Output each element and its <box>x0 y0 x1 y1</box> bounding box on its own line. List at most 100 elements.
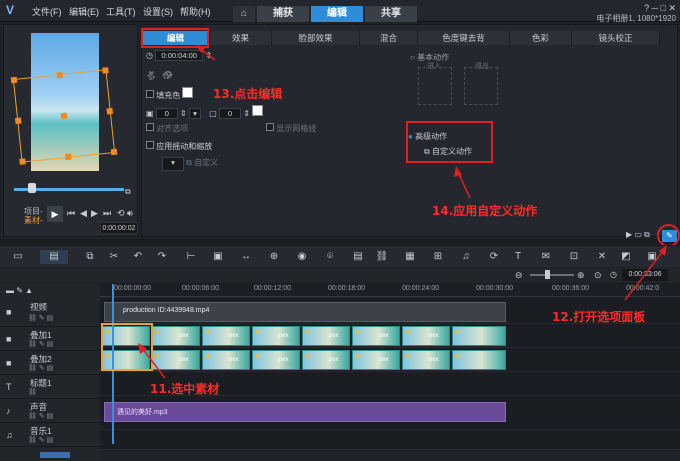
home-icon[interactable]: ⌂ <box>233 6 255 22</box>
subtab-face-effects[interactable]: 脸部效果 <box>272 31 360 45</box>
preview-timecode[interactable]: 0:00:00:02 <box>100 222 138 234</box>
repeat-icon[interactable]: ⟲ <box>117 208 125 219</box>
trim-icon[interactable]: ⊢ <box>183 250 199 264</box>
duration-input[interactable]: 0:00:04:00 <box>155 50 204 61</box>
resize-handle[interactable] <box>102 67 109 74</box>
resize-handle[interactable] <box>110 148 118 156</box>
overlay-clip[interactable]: ★ pex <box>202 350 250 370</box>
spin-icon[interactable]: ⇕ <box>180 109 187 118</box>
overlay-clip[interactable]: ★ pex <box>252 326 300 346</box>
close-gap-icon[interactable]: ✕ <box>594 250 610 264</box>
menu-help[interactable]: 帮助(H) <box>180 5 211 18</box>
spin-icon[interactable]: ⇕ <box>205 51 212 60</box>
menu-file[interactable]: 文件(F) <box>32 5 62 18</box>
mask-icon[interactable]: ◉ <box>294 250 310 264</box>
turtle-icon[interactable]: 🐢︎ <box>162 71 172 80</box>
track-controls[interactable]: ⛓ ✎ ▤ <box>28 364 53 372</box>
resize-icon[interactable]: ▣ <box>210 250 226 264</box>
subtitle-icon[interactable]: ▤ <box>350 250 366 264</box>
track-controls[interactable]: ⛓ ✎ ▤ <box>28 340 53 348</box>
split-icon[interactable]: ✂ <box>106 250 122 264</box>
overlay-clip[interactable]: ★ pex <box>302 350 350 370</box>
track-header-overlay2[interactable]: ■ 叠加2 ⛓ ✎ ▤ <box>0 351 100 375</box>
copy-icon[interactable]: ⧉ <box>82 250 98 264</box>
resize-handle[interactable] <box>106 107 114 115</box>
overlay-clip[interactable]: ★ pex <box>202 326 250 346</box>
value-input-b[interactable]: 0 <box>219 108 241 119</box>
menu-tools[interactable]: 工具(T) <box>106 5 136 18</box>
overlay-clip[interactable]: ★ <box>452 326 506 346</box>
overlay-clip[interactable]: ★ pex <box>302 326 350 346</box>
snapshot-icon[interactable]: ⧉ <box>125 187 131 197</box>
menu-settings[interactable]: 设置(S) <box>143 5 173 18</box>
text-icon[interactable]: T <box>510 250 526 264</box>
subtab-color[interactable]: 色彩 <box>510 31 572 45</box>
preset-dropdown[interactable]: ▾ <box>162 157 184 171</box>
track-header-overlay1[interactable]: ■ 叠加1 ⛓ ✎ ▤ <box>0 327 100 351</box>
step-forward-icon[interactable]: ▶ <box>91 208 98 219</box>
track-controls[interactable]: ⛓ ✎ ▤ <box>28 412 53 420</box>
link-icon[interactable]: ⛓ <box>374 250 390 264</box>
menu-edit[interactable]: 编辑(E) <box>69 5 99 18</box>
track-tools[interactable]: ▬ ✎ ▲ <box>6 286 33 295</box>
grid-checkbox[interactable] <box>266 123 274 131</box>
value-input-a[interactable]: 0 <box>155 108 178 119</box>
align-checkbox[interactable] <box>146 123 154 131</box>
tab-share[interactable]: 共享 <box>365 6 417 22</box>
rabbit-icon[interactable]: 🐇︎ <box>146 71 156 80</box>
settings-icon[interactable]: ▣ <box>644 250 660 264</box>
grid-icon[interactable]: ⊞ <box>430 250 446 264</box>
resize-handle[interactable] <box>14 117 22 125</box>
resize-handle[interactable] <box>56 71 64 79</box>
scrub-knob[interactable] <box>28 183 36 193</box>
tab-capture[interactable]: 捕获 <box>257 6 309 22</box>
overlay-clip[interactable]: ★ pex <box>352 326 400 346</box>
subtab-lens-correction[interactable]: 镜头校正 <box>572 31 660 45</box>
skip-end-icon[interactable]: ⏭ <box>103 208 111 219</box>
transform-frame[interactable] <box>10 67 118 165</box>
overlay-clip[interactable]: ★ pex <box>402 350 450 370</box>
radio-icon[interactable]: ○ <box>410 53 415 62</box>
timeline-timecode[interactable]: 0:00:33:06 <box>622 269 668 281</box>
fill-color-swatch[interactable] <box>182 87 194 98</box>
zoom-slider[interactable] <box>530 274 574 276</box>
tab-edit[interactable]: 编辑 <box>311 6 363 22</box>
scrollbar-thumb[interactable] <box>40 452 70 458</box>
volume-icon[interactable]: 🔊︎ <box>127 208 133 219</box>
zoom-in-icon[interactable]: ⊕ <box>577 270 585 281</box>
overlay-clip[interactable]: ★ pex <box>152 350 200 370</box>
exit-direction-grid[interactable] <box>464 67 498 105</box>
fill-color-checkbox[interactable] <box>146 90 154 98</box>
fit-project-icon[interactable]: ⊙ <box>594 270 602 281</box>
clip-mode-label[interactable]: 素材- <box>24 215 43 226</box>
undo-icon[interactable]: ↶ <box>130 250 146 264</box>
timeline-view-icon[interactable]: ▤ <box>40 250 68 264</box>
track-header-voice[interactable]: ♪ 声音 ⛓ ✎ ▤ <box>0 399 100 423</box>
subtab-effects[interactable]: 效果 <box>210 31 272 45</box>
skip-start-icon[interactable]: ⏮ <box>67 208 75 219</box>
track-header-video[interactable]: ■ 视频 ⛓ ✎ ▤ <box>0 299 100 327</box>
subtab-blend[interactable]: 混合 <box>360 31 418 45</box>
audio-clip[interactable]: 遇见的美好.mp3 <box>104 402 506 422</box>
mail-icon[interactable]: ✉ <box>538 250 554 264</box>
fit-icon[interactable]: ↔ <box>238 250 254 264</box>
track-header-title1[interactable]: T 标题1 ⛓ <box>0 375 100 399</box>
overlay-clip[interactable]: ★ pex <box>252 350 300 370</box>
play-button[interactable]: ▶ <box>47 206 63 222</box>
custom-icon[interactable]: ⧉ <box>186 158 192 167</box>
track-controls[interactable]: ⛓ ✎ ▤ <box>28 436 53 444</box>
record-icon[interactable]: ⌾ <box>322 250 338 264</box>
enter-direction-grid[interactable] <box>418 67 452 105</box>
spin-icon[interactable]: ⇕ <box>243 109 250 118</box>
step-back-icon[interactable]: ◀ <box>80 208 87 219</box>
timeline-scrollbar[interactable] <box>100 450 680 461</box>
resize-handle[interactable] <box>60 112 68 120</box>
zoom-out-icon[interactable]: ⊖ <box>515 270 523 281</box>
track-controls[interactable]: ⛓ <box>28 388 37 396</box>
loop-icon[interactable]: ⟳ <box>486 250 502 264</box>
overlay-clip[interactable]: ★ pex <box>352 350 400 370</box>
resize-handle[interactable] <box>64 153 72 161</box>
track-controls[interactable]: ⛓ ✎ ▤ <box>28 314 53 322</box>
zoom-knob[interactable] <box>545 270 550 279</box>
overlay-clip[interactable]: ★ pex <box>152 326 200 346</box>
